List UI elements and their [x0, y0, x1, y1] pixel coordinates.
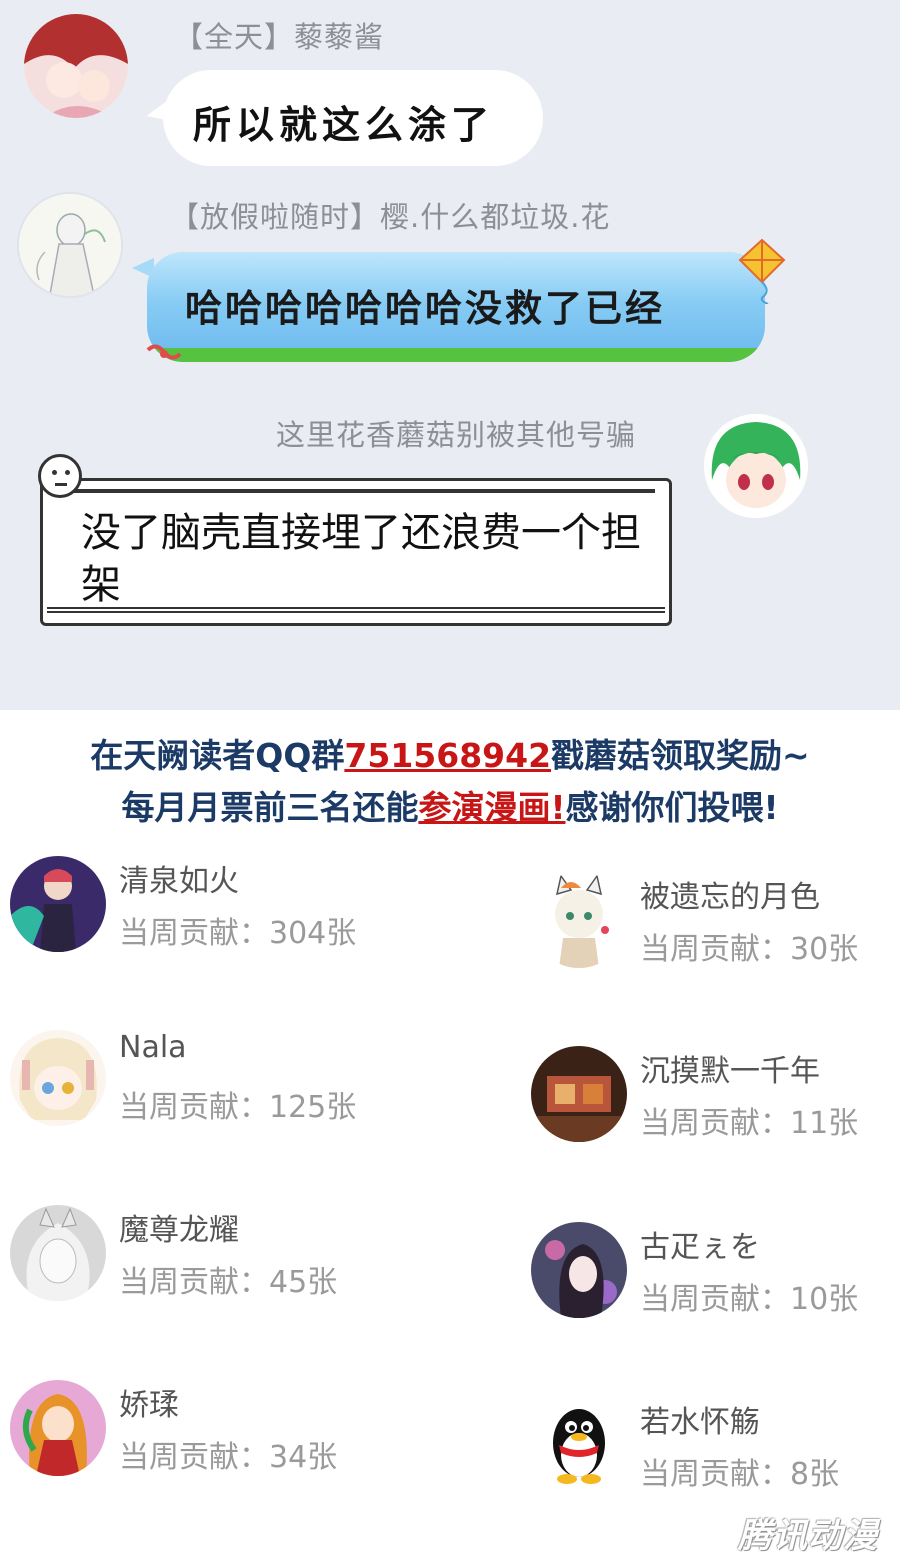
notice-text: 每月月票前三名还能	[121, 788, 419, 827]
contributor-name: 清泉如火	[119, 864, 239, 899]
contributor-count: 当周贡献：8张	[640, 1457, 840, 1492]
contributor-name: 娇瑈	[119, 1388, 179, 1423]
message-text: 所以就这么涂了	[193, 103, 495, 147]
message-bubble[interactable]: 没了脑壳直接埋了还浪费一个担架	[40, 478, 672, 626]
avatar[interactable]	[24, 14, 128, 118]
ribbon-icon	[146, 344, 182, 360]
notice-text: 在天阙读者QQ群	[90, 736, 345, 775]
contributor-name: 沉摸默一千年	[640, 1054, 820, 1089]
contributor-item[interactable]: 娇瑈 当周贡献：34张	[10, 1380, 390, 1490]
message-text: 没了脑壳直接埋了还浪费一个担架	[81, 510, 641, 608]
contributor-avatar	[10, 1030, 106, 1126]
contributor-count: 当周贡献：10张	[640, 1282, 859, 1317]
contributor-count: 当周贡献：34张	[119, 1440, 338, 1475]
contributor-item[interactable]: 沉摸默一千年 当周贡献：11张	[531, 1046, 900, 1156]
contributor-name: 若水怀觞	[640, 1405, 760, 1440]
contributor-avatar	[10, 856, 106, 952]
contributor-name: Nala	[119, 1030, 187, 1065]
qq-penguin-icon	[531, 1397, 627, 1493]
contributor-count: 当周贡献：11张	[640, 1106, 859, 1141]
scroll-rule-top	[57, 489, 655, 493]
scroll-rule-bottom	[47, 607, 665, 613]
message-sender: 【全天】藜藜酱	[174, 20, 385, 54]
avatar[interactable]	[17, 192, 123, 298]
contributor-avatar	[10, 1380, 106, 1476]
contributor-count: 当周贡献：30张	[640, 932, 859, 967]
face-icon	[38, 454, 82, 498]
contributor-avatar	[531, 872, 627, 968]
message-sender: 这里花香蘑菇别被其他号骗	[276, 418, 637, 452]
avatar[interactable]	[704, 414, 808, 518]
contributor-item[interactable]: 若水怀觞 当周贡献：8张	[531, 1397, 900, 1507]
notice-text: 戳蘑菇领取奖励~	[551, 736, 810, 775]
contributor-name: 魔尊龙耀	[119, 1213, 239, 1248]
contributor-count: 当周贡献：45张	[119, 1265, 338, 1300]
message-bubble[interactable]: 哈哈哈哈哈哈哈没救了已经	[147, 252, 765, 362]
reward-notice: 在天阙读者QQ群751568942戳蘑菇领取奖励~ 每月月票前三名还能参演漫画!…	[0, 730, 900, 834]
message-text: 哈哈哈哈哈哈哈没救了已经	[185, 287, 665, 330]
contributor-count: 当周贡献：125张	[119, 1090, 357, 1125]
notice-text: 感谢你们投喂!	[565, 788, 779, 827]
grass-decoration	[147, 348, 765, 362]
chat-area: 【全天】藜藜酱 所以就这么涂了 【放假啦随时】樱.什么都垃圾.花 哈哈哈哈哈哈哈…	[0, 0, 900, 710]
tencent-comic-watermark: 腾讯动漫	[738, 1516, 878, 1556]
contributor-avatar	[531, 1046, 627, 1142]
kite-icon	[738, 238, 786, 304]
contributor-item[interactable]: 古疋ぇを 当周贡献：10张	[531, 1222, 900, 1332]
contributor-item[interactable]: Nala 当周贡献：125张	[10, 1030, 390, 1140]
notice-line-1: 在天阙读者QQ群751568942戳蘑菇领取奖励~	[0, 730, 900, 782]
qq-group-number[interactable]: 751568942	[344, 736, 551, 775]
contributor-avatar	[10, 1205, 106, 1301]
contributor-item[interactable]: 魔尊龙耀 当周贡献：45张	[10, 1205, 390, 1315]
contributor-avatar	[531, 1222, 627, 1318]
contributor-item[interactable]: 清泉如火 当周贡献：304张	[10, 856, 390, 966]
notice-line-2: 每月月票前三名还能参演漫画!感谢你们投喂!	[0, 782, 900, 834]
contributor-name: 古疋ぇを	[640, 1230, 760, 1265]
contributor-name: 被遗忘的月色	[640, 880, 820, 915]
comic-appearance-link[interactable]: 参演漫画!	[418, 788, 565, 827]
contributor-count: 当周贡献：304张	[119, 916, 357, 951]
message-sender: 【放假啦随时】樱.什么都垃圾.花	[170, 200, 611, 234]
contributor-item[interactable]: 被遗忘的月色 当周贡献：30张	[531, 872, 900, 982]
message-bubble[interactable]: 所以就这么涂了	[163, 70, 543, 166]
